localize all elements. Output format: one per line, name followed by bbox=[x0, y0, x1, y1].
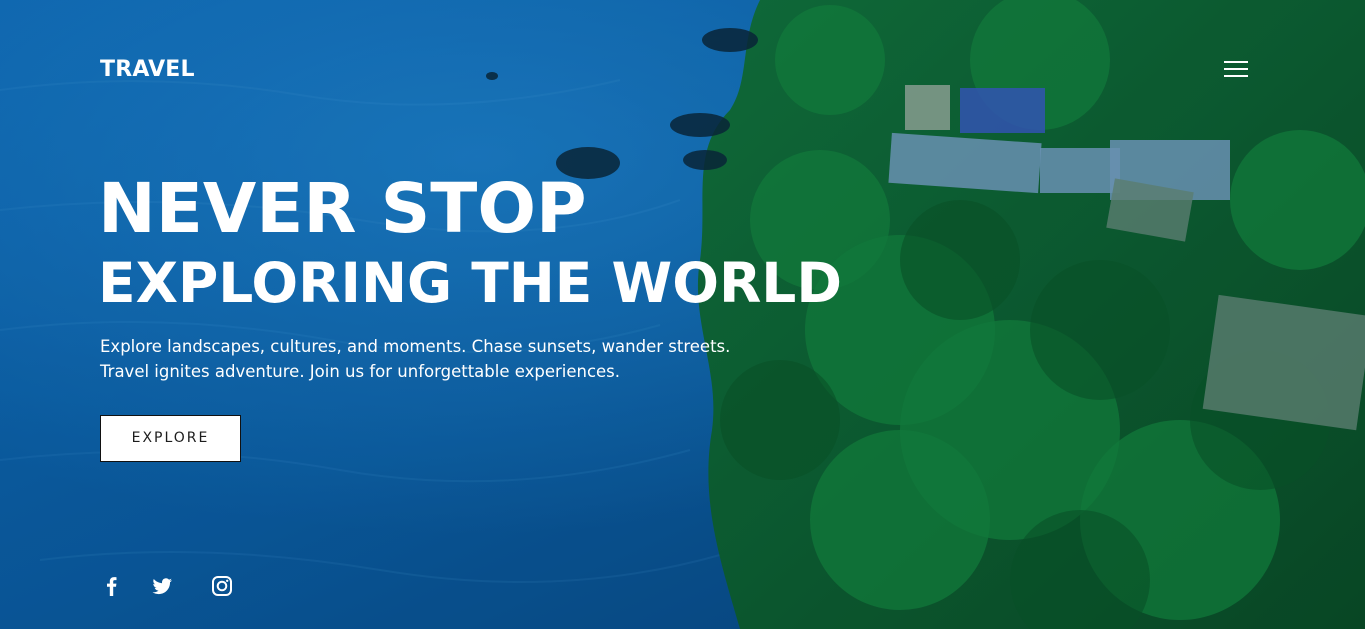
facebook-icon[interactable] bbox=[98, 572, 126, 600]
menu-bar-middle bbox=[1224, 68, 1248, 70]
hero-headline-line2: EXPLORING THE WORLD bbox=[98, 251, 843, 315]
twitter-icon[interactable] bbox=[148, 572, 176, 600]
hero-section: TRAVEL NEVER STOP EXPLORING THE WORLD Ex… bbox=[0, 0, 1365, 629]
hero-description-line2: Travel ignites adventure. Join us for un… bbox=[100, 362, 621, 381]
menu-bar-top bbox=[1224, 61, 1248, 63]
brand-logo[interactable]: TRAVEL bbox=[100, 56, 195, 84]
menu-bar-bottom bbox=[1224, 75, 1248, 77]
explore-button[interactable]: EXPLORE bbox=[100, 415, 241, 462]
hero-headline: NEVER STOP EXPLORING THE WORLD bbox=[98, 170, 842, 318]
hero-headline-line1: NEVER STOP bbox=[98, 169, 587, 249]
hero-description: Explore landscapes, cultures, and moment… bbox=[100, 334, 820, 384]
hamburger-menu-icon[interactable] bbox=[1216, 56, 1256, 82]
hero-description-line1: Explore landscapes, cultures, and moment… bbox=[100, 337, 731, 356]
instagram-icon[interactable] bbox=[208, 572, 236, 600]
